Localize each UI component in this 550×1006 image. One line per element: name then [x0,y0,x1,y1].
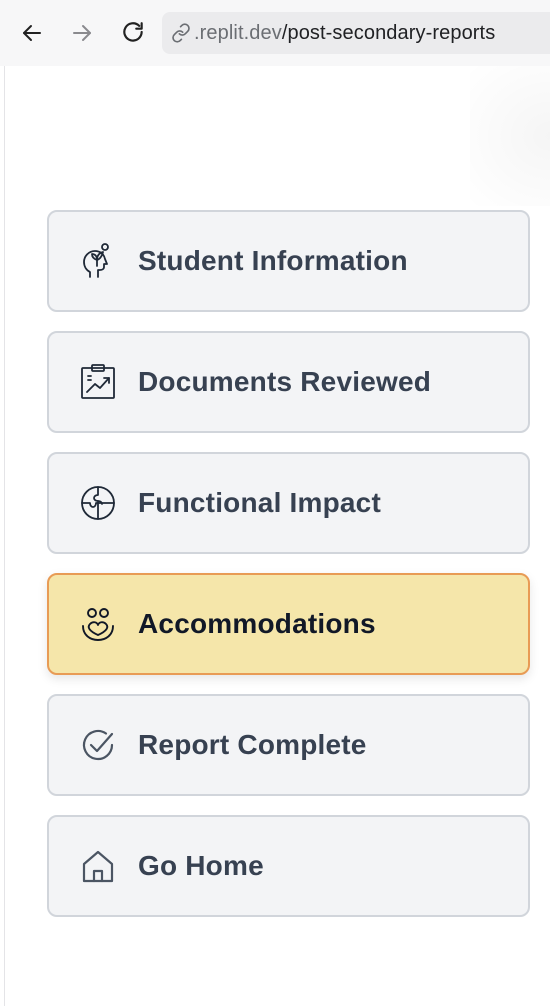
hands-heart-icon [78,604,118,644]
menu-item-documents-reviewed[interactable]: Documents Reviewed [47,331,530,433]
home-icon [78,846,118,886]
menu-item-label: Go Home [138,850,264,881]
url-path: /post-secondary-reports [281,21,496,44]
address-bar[interactable]: .replit.dev/post-secondary-reports [162,12,550,54]
menu-item-functional-impact[interactable]: Functional Impact [47,452,530,554]
url-domain: .replit.dev [194,21,282,44]
menu-item-student-information[interactable]: Student Information [47,210,530,312]
url-text: .replit.dev/post-secondary-reports [194,22,495,45]
arrow-left-icon [23,25,41,41]
head-sprout-icon [78,241,118,281]
reload-button[interactable] [114,14,152,52]
back-button[interactable] [13,14,51,52]
menu-item-label: Report Complete [138,729,367,760]
menu-item-label: Student Information [138,245,408,276]
reload-icon [123,22,143,42]
menu-item-label: Functional Impact [138,487,381,518]
page-shadow [470,66,550,206]
browser-toolbar: .replit.dev/post-secondary-reports [0,0,550,66]
menu-item-label: Documents Reviewed [138,366,432,397]
clipboard-chart-icon [78,362,118,402]
menu-item-go-home[interactable]: Go Home [47,815,530,917]
puzzle-globe-icon [78,483,118,523]
forward-button[interactable] [63,14,101,52]
link-icon [170,22,192,44]
menu-item-report-complete[interactable]: Report Complete [47,694,530,796]
arrow-right-icon [73,25,91,41]
check-circle-icon [78,725,118,765]
menu-item-accommodations[interactable]: Accommodations [47,573,530,675]
menu-item-label: Accommodations [138,608,376,639]
